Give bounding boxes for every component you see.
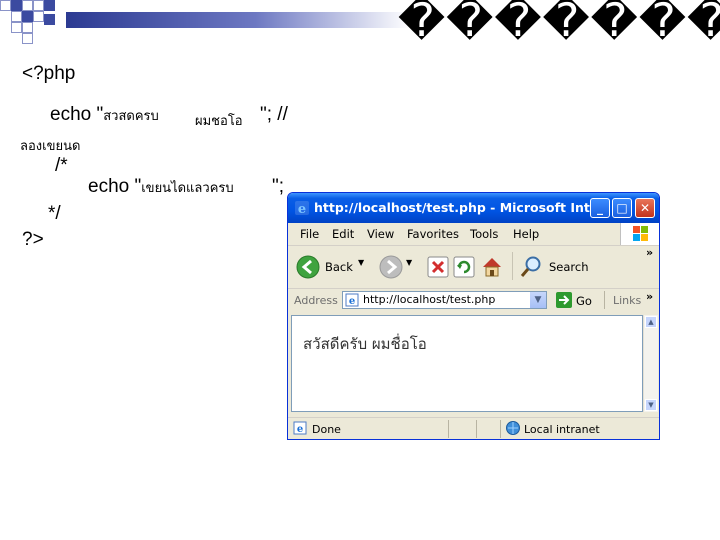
menu-tools[interactable]: Tools — [470, 227, 498, 241]
slide-title: �������� — [398, 0, 720, 40]
deco-square — [22, 22, 33, 33]
address-separator — [604, 291, 605, 309]
svg-text:e: e — [297, 424, 303, 435]
minimize-button[interactable]: _ — [590, 198, 610, 218]
forward-arrow-icon[interactable] — [379, 255, 403, 279]
ie-icon: e — [295, 201, 309, 216]
code-echo-suffix: "; — [272, 176, 285, 197]
go-arrow-icon[interactable] — [556, 292, 572, 308]
menu-help[interactable]: Help — [513, 227, 539, 241]
address-bar: Address e http://localhost/test.php ▼ Go… — [288, 289, 659, 313]
menu-view[interactable]: View — [367, 227, 394, 241]
back-dropdown-icon[interactable]: ▼ — [358, 258, 364, 267]
status-text: Done — [312, 423, 341, 436]
page-content: สวัสดีครับ ผมชื่อโอ — [291, 315, 643, 412]
code-echo-prefix: echo " — [88, 176, 142, 197]
address-label: Address — [294, 294, 338, 307]
deco-square — [11, 11, 22, 22]
back-button-label[interactable]: Back — [325, 260, 353, 274]
window-title: http://localhost/test.php - Microsoft In… — [314, 200, 605, 215]
code-line-echo-2: echo "เขยนไดแลวครบ — [88, 176, 234, 198]
links-label[interactable]: Links — [613, 294, 641, 307]
deco-square — [22, 0, 33, 11]
search-icon[interactable] — [519, 255, 543, 279]
svg-text:e: e — [298, 202, 306, 216]
stop-icon[interactable] — [427, 256, 449, 278]
header-gradient-bar — [66, 12, 410, 28]
links-more-chevron-icon[interactable]: » — [646, 290, 653, 303]
address-dropdown-icon[interactable]: ▼ — [530, 292, 546, 308]
toolbar-more-chevron-icon[interactable]: » — [646, 246, 653, 259]
status-separator — [500, 420, 501, 438]
svg-text:e: e — [349, 296, 355, 307]
deco-square — [0, 0, 11, 11]
deco-square — [44, 14, 55, 25]
code-comment-close: */ — [48, 203, 61, 224]
deco-square — [44, 0, 55, 11]
status-separator — [476, 420, 477, 438]
deco-square — [22, 11, 33, 22]
browser-window: e http://localhost/test.php - Microsoft … — [287, 192, 660, 440]
status-bar: e Done Local intranet — [288, 417, 659, 439]
deco-square — [33, 0, 44, 11]
back-arrow-icon[interactable] — [296, 255, 320, 279]
code-comment-text: ลองเขยนด — [20, 138, 81, 153]
status-separator — [448, 420, 449, 438]
address-value: http://localhost/test.php — [363, 293, 496, 306]
home-icon[interactable] — [480, 255, 504, 279]
menu-file[interactable]: File — [300, 227, 319, 241]
code-line-echo: echo "สวสดครบ — [50, 104, 159, 126]
code-thai-text: สวสดครบ — [103, 108, 159, 123]
refresh-icon[interactable] — [453, 256, 475, 278]
scroll-down-icon[interactable]: ▼ — [645, 399, 657, 411]
page-done-icon: e — [293, 421, 307, 435]
windows-logo — [620, 223, 659, 245]
code-close-tag: ?> — [22, 229, 44, 250]
code-thai-text: ผมชอโอ — [195, 113, 243, 128]
deco-square — [33, 11, 44, 22]
scroll-up-icon[interactable]: ▲ — [645, 316, 657, 328]
security-zone-label: Local intranet — [524, 423, 600, 436]
title-bar[interactable]: e http://localhost/test.php - Microsoft … — [288, 193, 659, 223]
code-echo-prefix: echo " — [50, 104, 104, 125]
search-button-label[interactable]: Search — [549, 260, 589, 274]
menu-edit[interactable]: Edit — [332, 227, 354, 241]
page-icon: e — [345, 293, 359, 307]
address-input[interactable]: e http://localhost/test.php ▼ — [342, 291, 547, 309]
page-content-text: สวัสดีครับ ผมชื่อโอ — [303, 335, 427, 353]
go-button-label[interactable]: Go — [576, 294, 592, 308]
menu-bar: File Edit View Favorites Tools Help — [288, 223, 659, 246]
menu-favorites[interactable]: Favorites — [407, 227, 459, 241]
maximize-button[interactable]: □ — [612, 198, 632, 218]
local-intranet-icon — [506, 421, 520, 435]
standard-toolbar: Back ▼ ▼ Search » — [288, 246, 659, 289]
code-echo-suffix: "; // — [260, 104, 288, 125]
deco-square — [11, 22, 22, 33]
close-button[interactable]: ✕ — [635, 198, 655, 218]
toolbar-separator — [512, 252, 513, 280]
deco-square — [11, 0, 22, 11]
code-thai-text: เขยนไดแลวครบ — [141, 180, 234, 195]
vertical-scrollbar[interactable]: ▲ ▼ — [643, 315, 658, 412]
windows-flag-icon — [633, 226, 648, 241]
code-comment-open: /* — [55, 155, 68, 176]
forward-dropdown-icon[interactable]: ▼ — [406, 258, 412, 267]
deco-square — [22, 33, 33, 44]
code-line-open-tag: <?php — [22, 63, 76, 84]
